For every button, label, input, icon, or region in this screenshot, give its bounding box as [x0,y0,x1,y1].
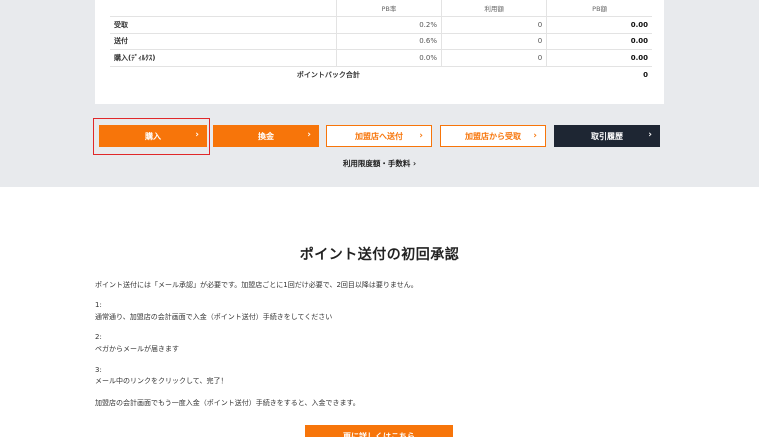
pointback-card: PB率 利用額 PB額 受取 0.2% 0 0.00 送付 0.6% 0 0.0… [95,0,664,104]
send-to-store-button[interactable]: 加盟店へ送付 › [326,125,432,147]
step3-text: メール中のリンクをクリックして、完了！ [95,377,228,385]
step1-text: 通常通り、加盟店の会計画面で入金（ポイント送付）手続きをしてください [95,313,333,321]
pointback-table: PB率 利用額 PB額 受取 0.2% 0 0.00 送付 0.6% 0 0.0… [110,0,652,83]
receive-from-store-label: 加盟店から受取 [465,131,521,141]
history-button[interactable]: 取引履歴 › [554,125,660,147]
table-header [110,0,337,17]
send-to-store-label: 加盟店へ送付 [355,131,403,141]
receive-from-store-button[interactable]: 加盟店から受取 › [440,125,546,147]
chevron-right-icon: › [195,130,199,140]
table-row: 受取 0.2% 0 0.00 [110,16,652,34]
table-header-pb: PB額 [546,0,652,17]
table-header-row: PB率 利用額 PB額 [110,0,652,17]
table-total-row: ポイントバック合計 0 [110,66,652,83]
row-pb: 0.00 [546,16,652,34]
more-details-button[interactable]: 更に詳しくはこちら [305,425,453,437]
row-rate: 0.6% [335,33,442,50]
chevron-right-icon: › [307,130,311,140]
exchange-button[interactable]: 換金 › [213,125,319,147]
row-pb: 0.00 [546,49,652,67]
table-row: 送付 0.6% 0 0.00 [110,33,652,50]
step3-number: 3: [95,366,102,374]
row-amount: 0 [440,49,547,67]
row-label: 送付 [110,33,337,50]
row-pb: 0.00 [546,33,652,50]
purchase-label: 購入 [145,131,161,141]
history-label: 取引履歴 [591,131,623,141]
row-rate: 0.2% [335,16,442,34]
approval-note: 加盟店の会計画面でもう一度入金（ポイント送付）手続きをすると、入金できます。 [95,399,360,407]
table-header-amount: 利用額 [440,0,547,17]
approval-intro: ポイント送付には「メール承認」が必要です。加盟店ごとに1回だけ必要で、2回目以降… [95,281,418,289]
step2-text: ペガからメールが届きます [95,345,179,353]
chevron-right-icon: › [419,131,423,141]
step2-number: 2: [95,333,102,341]
table-row: 購入(ﾃﾞｨﾙｸｽ) 0.0% 0 0.00 [110,49,652,67]
row-label: 購入(ﾃﾞｨﾙｸｽ) [110,49,337,67]
row-amount: 0 [440,33,547,50]
row-amount: 0 [440,16,547,34]
row-label: 受取 [110,16,337,34]
limits-fees-link[interactable]: 利用限度額・手数料 › [0,158,759,169]
table-header-rate: PB率 [335,0,442,17]
chevron-right-icon: › [533,131,537,141]
total-label: ポイントバック合計 [296,70,360,79]
chevron-right-icon: › [648,130,652,140]
step1-number: 1: [95,301,102,309]
total-value: 0 [643,70,648,79]
purchase-button[interactable]: 購入 › [99,125,207,147]
exchange-label: 換金 [258,131,274,141]
row-rate: 0.0% [335,49,442,67]
approval-title: ポイント送付の初回承認 [299,247,460,263]
